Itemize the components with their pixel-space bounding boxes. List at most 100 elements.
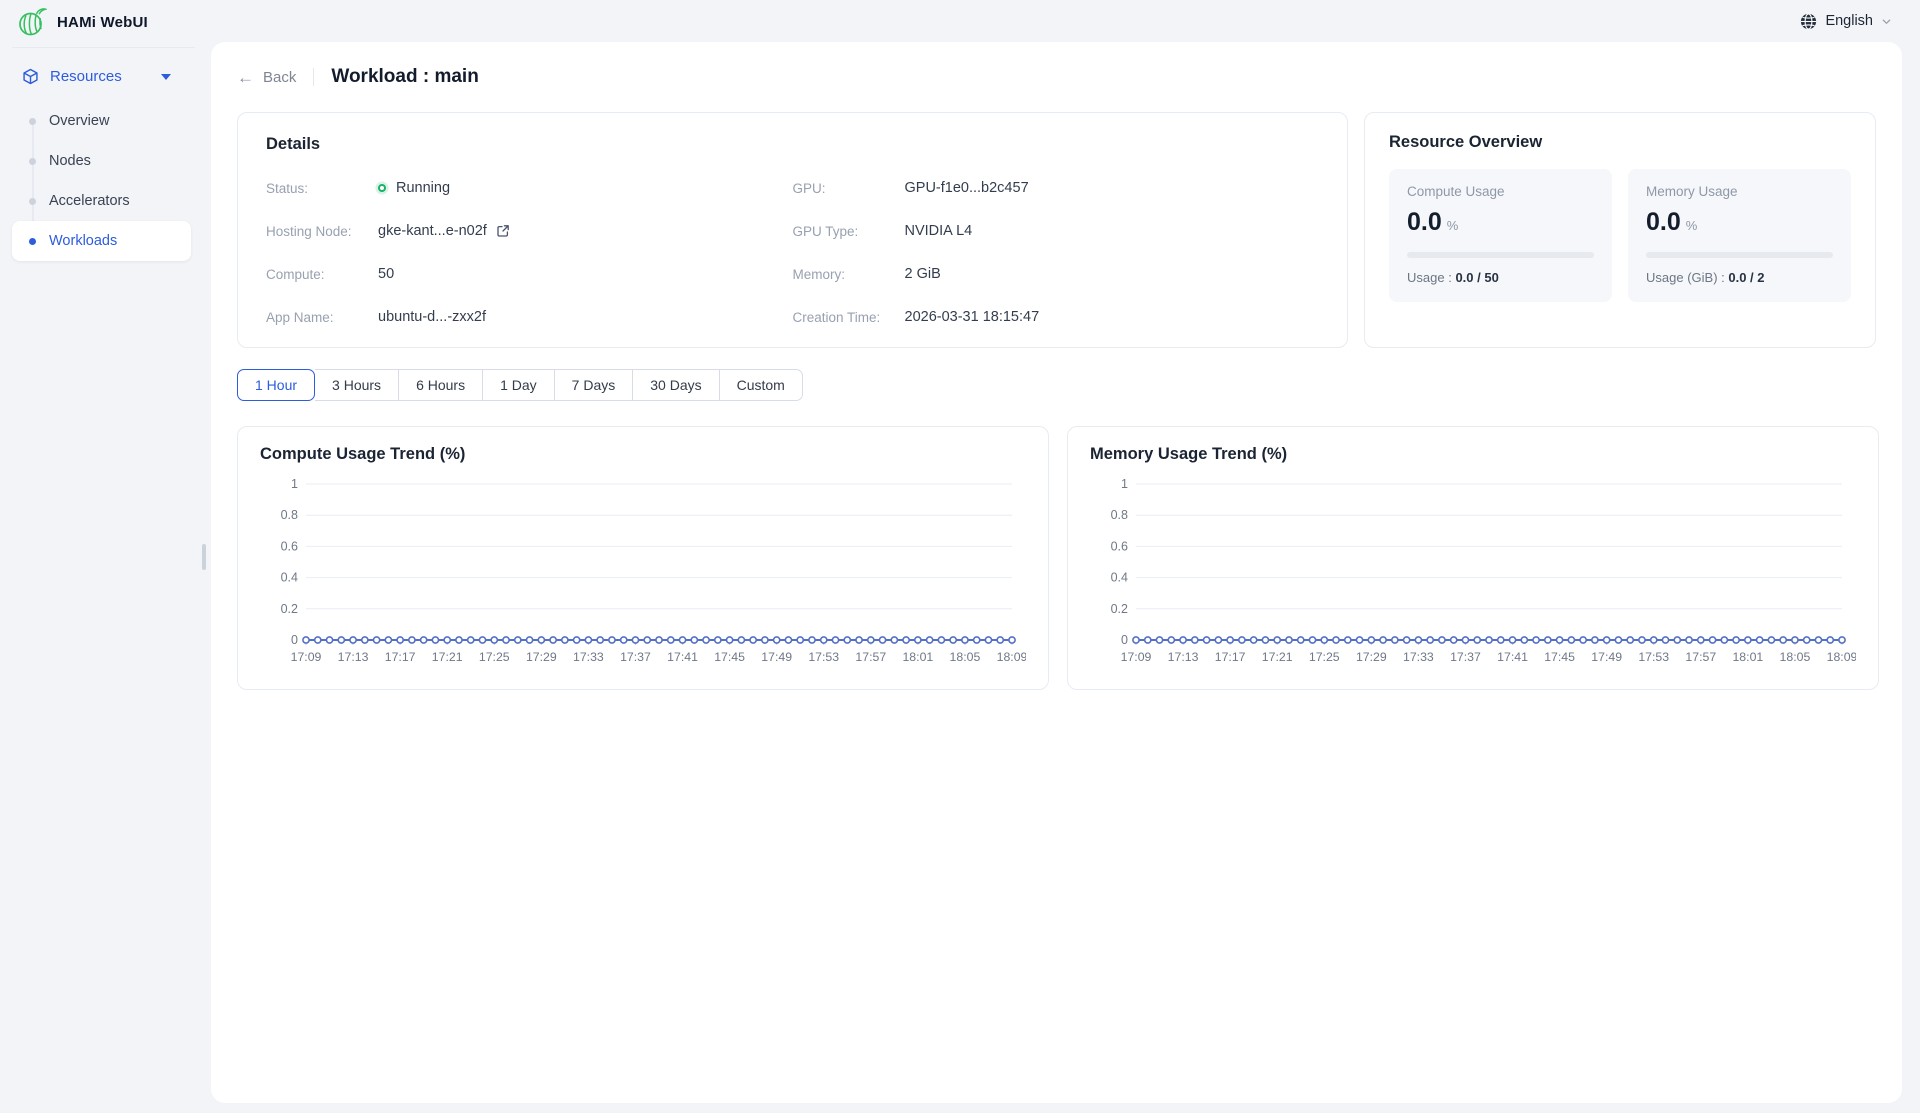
details-card: Details Status: Running Hosting Node: gk…: [237, 112, 1348, 348]
detail-field-label: Compute:: [266, 267, 378, 282]
svg-text:17:29: 17:29: [1356, 650, 1387, 664]
main-area: English ← Back Workload : main Details: [207, 0, 1920, 1113]
detail-field-memory: Memory: 2 GiB: [793, 266, 1320, 282]
details-grid: Status: Running Hosting Node: gke-kant..…: [266, 180, 1319, 325]
svg-text:17:37: 17:37: [620, 650, 651, 664]
header-divider: [313, 68, 314, 86]
detail-field-creation-time: Creation Time: 2026-03-31 18:15:47: [793, 309, 1320, 325]
svg-text:1: 1: [1121, 477, 1128, 491]
svg-text:17:57: 17:57: [855, 650, 886, 664]
sidebar-resize-handle[interactable]: [202, 544, 206, 570]
memory-usage-trend-chart: 00.20.40.60.8117:0917:1317:1717:2117:251…: [1090, 472, 1856, 677]
svg-text:17:41: 17:41: [1497, 650, 1528, 664]
bullet-dot-icon: [29, 198, 36, 205]
svg-text:17:57: 17:57: [1685, 650, 1716, 664]
content-panel: ← Back Workload : main Details Status: R…: [211, 42, 1902, 1103]
svg-text:0.4: 0.4: [281, 571, 298, 585]
bullet-dot-icon: [29, 158, 36, 165]
detail-field-label: Hosting Node:: [266, 224, 378, 239]
chart-title: Memory Usage Trend (%): [1090, 445, 1856, 464]
usage-progress-bar: [1407, 252, 1594, 258]
svg-text:1: 1: [291, 477, 298, 491]
svg-text:17:25: 17:25: [479, 650, 510, 664]
sidebar-item-nodes[interactable]: Nodes: [12, 141, 191, 181]
sidebar-item-label: Overview: [49, 113, 109, 129]
time-range-6-hours[interactable]: 6 Hours: [399, 369, 483, 401]
sidebar-item-overview[interactable]: Overview: [12, 101, 191, 141]
svg-text:17:41: 17:41: [667, 650, 698, 664]
page-title: Workload : main: [331, 66, 478, 88]
external-link-icon[interactable]: [496, 224, 510, 238]
details-title: Details: [266, 135, 1319, 154]
resource-overview-title: Resource Overview: [1389, 133, 1851, 152]
svg-text:0.8: 0.8: [1111, 508, 1128, 522]
cube-icon: [22, 68, 39, 85]
usage-progress-bar: [1646, 252, 1833, 258]
bullet-dot-icon: [29, 238, 36, 245]
detail-field-label: Creation Time:: [793, 310, 905, 325]
svg-text:17:29: 17:29: [526, 650, 557, 664]
usage-tile-label: Memory Usage: [1646, 184, 1833, 199]
detail-field-hosting-node: Hosting Node: gke-kant...e-n02f: [266, 223, 793, 239]
usage-caption: Usage : 0.0 / 50: [1407, 270, 1594, 285]
usage-value: 0.0: [1646, 208, 1681, 237]
bullet-dot-icon: [29, 118, 36, 125]
sidebar-item-accelerators[interactable]: Accelerators: [12, 181, 191, 221]
svg-text:17:25: 17:25: [1309, 650, 1340, 664]
svg-text:17:49: 17:49: [761, 650, 792, 664]
compute-usage-trend-chart: 00.20.40.60.8117:0917:1317:1717:2117:251…: [260, 472, 1026, 677]
svg-text:0: 0: [291, 633, 298, 647]
time-range-group: 1 Hour3 Hours6 Hours1 Day7 Days30 DaysCu…: [237, 369, 803, 401]
svg-text:0: 0: [1121, 633, 1128, 647]
detail-field-value: 50: [378, 266, 394, 282]
app-title: HAMi WebUI: [57, 14, 148, 31]
svg-text:17:13: 17:13: [1168, 650, 1199, 664]
svg-text:17:37: 17:37: [1450, 650, 1481, 664]
svg-text:17:17: 17:17: [1215, 650, 1246, 664]
detail-field-compute: Compute: 50: [266, 266, 793, 282]
language-label: English: [1825, 13, 1873, 29]
topbar: English: [207, 0, 1920, 42]
svg-text:17:09: 17:09: [291, 650, 322, 664]
chevron-down-icon: [161, 74, 171, 80]
memory-usage-trend-card: Memory Usage Trend (%) 00.20.40.60.8117:…: [1067, 426, 1879, 690]
svg-text:17:45: 17:45: [1544, 650, 1575, 664]
back-label: Back: [263, 69, 296, 86]
compute-usage-trend-svg: 00.20.40.60.8117:0917:1317:1717:2117:251…: [260, 472, 1026, 677]
usage-unit: %: [1686, 218, 1698, 233]
sidebar-item-workloads[interactable]: Workloads: [12, 221, 191, 261]
time-range-1-hour[interactable]: 1 Hour: [237, 369, 315, 401]
detail-field-value: 2 GiB: [905, 266, 941, 282]
svg-text:17:53: 17:53: [808, 650, 839, 664]
svg-text:17:13: 17:13: [338, 650, 369, 664]
svg-text:18:01: 18:01: [902, 650, 933, 664]
sidebar-item-label: Nodes: [49, 153, 91, 169]
svg-text:17:45: 17:45: [714, 650, 745, 664]
svg-text:17:17: 17:17: [385, 650, 416, 664]
detail-field-label: Status:: [266, 181, 378, 196]
time-range-1-day[interactable]: 1 Day: [483, 369, 555, 401]
top-cards-row: Details Status: Running Hosting Node: gk…: [237, 112, 1876, 348]
svg-text:18:09: 18:09: [997, 650, 1026, 664]
resource-overview-card: Resource Overview Compute Usage 0.0 % Us…: [1364, 112, 1876, 348]
time-range-custom[interactable]: Custom: [720, 369, 803, 401]
compute-usage-trend-card: Compute Usage Trend (%) 00.20.40.60.8117…: [237, 426, 1049, 690]
svg-text:18:05: 18:05: [950, 650, 981, 664]
usage-tiles-row: Compute Usage 0.0 % Usage : 0.0 / 50 Mem…: [1389, 169, 1851, 302]
svg-text:17:21: 17:21: [1262, 650, 1293, 664]
language-selector[interactable]: English: [1800, 13, 1892, 30]
time-range-7-days[interactable]: 7 Days: [555, 369, 634, 401]
usage-value-row: 0.0 %: [1407, 208, 1594, 237]
hami-logo-icon: [15, 6, 47, 38]
sidebar-section-resources[interactable]: Resources: [0, 48, 207, 97]
svg-text:17:49: 17:49: [1591, 650, 1622, 664]
detail-field-label: GPU Type:: [793, 224, 905, 239]
detail-field-value: ubuntu-d...-zxx2f: [378, 309, 486, 325]
detail-field-label: GPU:: [793, 181, 905, 196]
usage-caption: Usage (GiB) : 0.0 / 2: [1646, 270, 1833, 285]
usage-value: 0.0: [1407, 208, 1442, 237]
time-range-30-days[interactable]: 30 Days: [633, 369, 719, 401]
detail-field-value: 2026-03-31 18:15:47: [905, 309, 1040, 325]
time-range-3-hours[interactable]: 3 Hours: [315, 369, 399, 401]
back-button[interactable]: ← Back: [237, 69, 296, 86]
